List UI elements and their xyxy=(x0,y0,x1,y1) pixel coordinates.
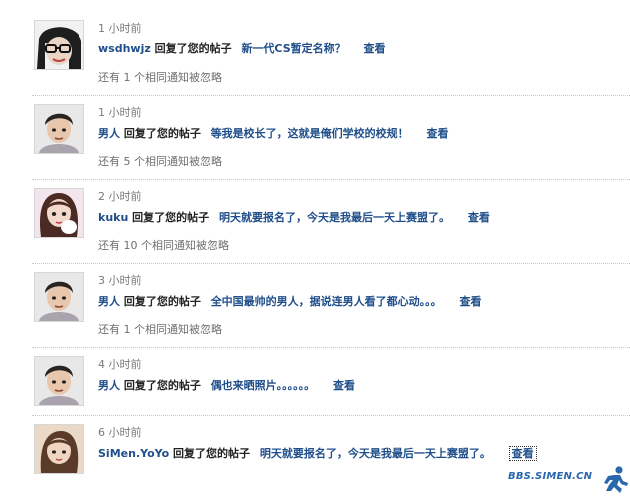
username-link[interactable]: 男人 xyxy=(98,127,120,140)
ignored-note: 还有 5 个相同通知被忽略 xyxy=(98,155,222,168)
ignored-note: 还有 1 个相同通知被忽略 xyxy=(98,323,222,336)
action-text: 回复了您的帖子 xyxy=(172,447,250,460)
username-link[interactable]: SiMen.YoYo xyxy=(98,447,169,460)
action-text: 回复了您的帖子 xyxy=(123,295,201,308)
view-link[interactable]: 查看 xyxy=(333,379,355,392)
avatar[interactable] xyxy=(34,424,84,474)
view-link[interactable]: 查看 xyxy=(427,127,449,140)
timestamp: 6 小时前 xyxy=(98,426,142,439)
thread-link[interactable]: 等我是校长了，这就是俺们学校的校规！ xyxy=(211,127,409,140)
notification-line: 男人 回复了您的帖子 等我是校长了，这就是俺们学校的校规！ 查看 xyxy=(98,127,449,141)
avatar[interactable] xyxy=(34,188,84,238)
view-link[interactable]: 查看 xyxy=(508,446,537,461)
divider xyxy=(32,347,630,348)
view-link[interactable]: 查看 xyxy=(363,42,385,55)
notification-line: 男人 回复了您的帖子 全中国最帅的男人，据说连男人看了都心动。。。 查看 xyxy=(98,295,482,309)
action-text: 回复了您的帖子 xyxy=(123,127,201,140)
avatar-boy-icon xyxy=(35,273,83,321)
action-text: 回复了您的帖子 xyxy=(154,42,232,55)
thread-link[interactable]: 明天就要报名了，今天是我最后一天上赛盟了。 xyxy=(219,211,450,224)
thread-link[interactable]: 偶也来晒照片。。。。。。 xyxy=(211,379,316,392)
notification-line: wsdhwjz 回复了您的帖子 新一代CS暂定名称？ 查看 xyxy=(98,42,385,56)
timestamp: 2 小时前 xyxy=(98,190,142,203)
timestamp: 1 小时前 xyxy=(98,106,142,119)
thread-link[interactable]: 全中国最帅的男人，据说连男人看了都心动。。。 xyxy=(211,295,442,308)
notification-item: 1 小时前 男人 回复了您的帖子 等我是校长了，这就是俺们学校的校规！ 查看 还… xyxy=(0,95,630,180)
running-man-logo-icon xyxy=(604,466,628,493)
action-text: 回复了您的帖子 xyxy=(132,211,210,224)
notification-line: kuku 回复了您的帖子 明天就要报名了，今天是我最后一天上赛盟了。 查看 xyxy=(98,211,490,225)
username-link[interactable]: 男人 xyxy=(98,379,120,392)
ignored-note: 还有 10 个相同通知被忽略 xyxy=(98,239,229,252)
notification-item: 4 小时前 男人 回复了您的帖子 偶也来晒照片。。。。。。 查看 xyxy=(0,347,630,416)
notification-item: 2 小时前 kuku 回复了您的帖子 明天就要报名了，今天是我最后一天上赛盟了。… xyxy=(0,179,630,264)
thread-link[interactable]: 新一代CS暂定名称？ xyxy=(241,42,345,55)
notification-line: SiMen.YoYo 回复了您的帖子 明天就要报名了，今天是我最后一天上赛盟了。… xyxy=(98,446,537,461)
notification-line: 男人 回复了您的帖子 偶也来晒照片。。。。。。 查看 xyxy=(98,379,355,393)
notification-item: 3 小时前 男人 回复了您的帖子 全中国最帅的男人，据说连男人看了都心动。。。 … xyxy=(0,263,630,348)
timestamp: 1 小时前 xyxy=(98,22,142,35)
username-link[interactable]: kuku xyxy=(98,211,128,224)
username-link[interactable]: wsdhwjz xyxy=(98,42,151,55)
divider xyxy=(32,263,630,264)
timestamp: 3 小时前 xyxy=(98,274,142,287)
avatar-boy-icon xyxy=(35,357,83,405)
view-link[interactable]: 查看 xyxy=(468,211,490,224)
notification-item: 1 小时前 wsdhwjz 回复了您的帖子 新一代CS暂定名称？ 查看 还有 1… xyxy=(0,0,630,90)
divider xyxy=(32,95,630,96)
avatar[interactable] xyxy=(34,272,84,322)
ignored-note: 还有 1 个相同通知被忽略 xyxy=(98,71,222,84)
divider xyxy=(32,179,630,180)
avatar[interactable] xyxy=(34,104,84,154)
username-link[interactable]: 男人 xyxy=(98,295,120,308)
watermark-text: BBS.SIMEN.CN xyxy=(508,471,593,482)
avatar-boy-icon xyxy=(35,105,83,153)
avatar[interactable] xyxy=(34,20,84,70)
watermark: BBS.SIMEN.CN xyxy=(508,465,630,495)
avatar-girl-icon xyxy=(35,189,83,237)
action-text: 回复了您的帖子 xyxy=(123,379,201,392)
notification-page: 1 小时前 wsdhwjz 回复了您的帖子 新一代CS暂定名称？ 查看 还有 1… xyxy=(0,0,630,500)
avatar-girl-2-icon xyxy=(35,425,83,473)
view-link[interactable]: 查看 xyxy=(460,295,482,308)
divider xyxy=(32,415,630,416)
thread-link[interactable]: 明天就要报名了，今天是我最后一天上赛盟了。 xyxy=(260,447,491,460)
avatar[interactable] xyxy=(34,356,84,406)
timestamp: 4 小时前 xyxy=(98,358,142,371)
avatar-glasses-icon xyxy=(35,21,83,69)
